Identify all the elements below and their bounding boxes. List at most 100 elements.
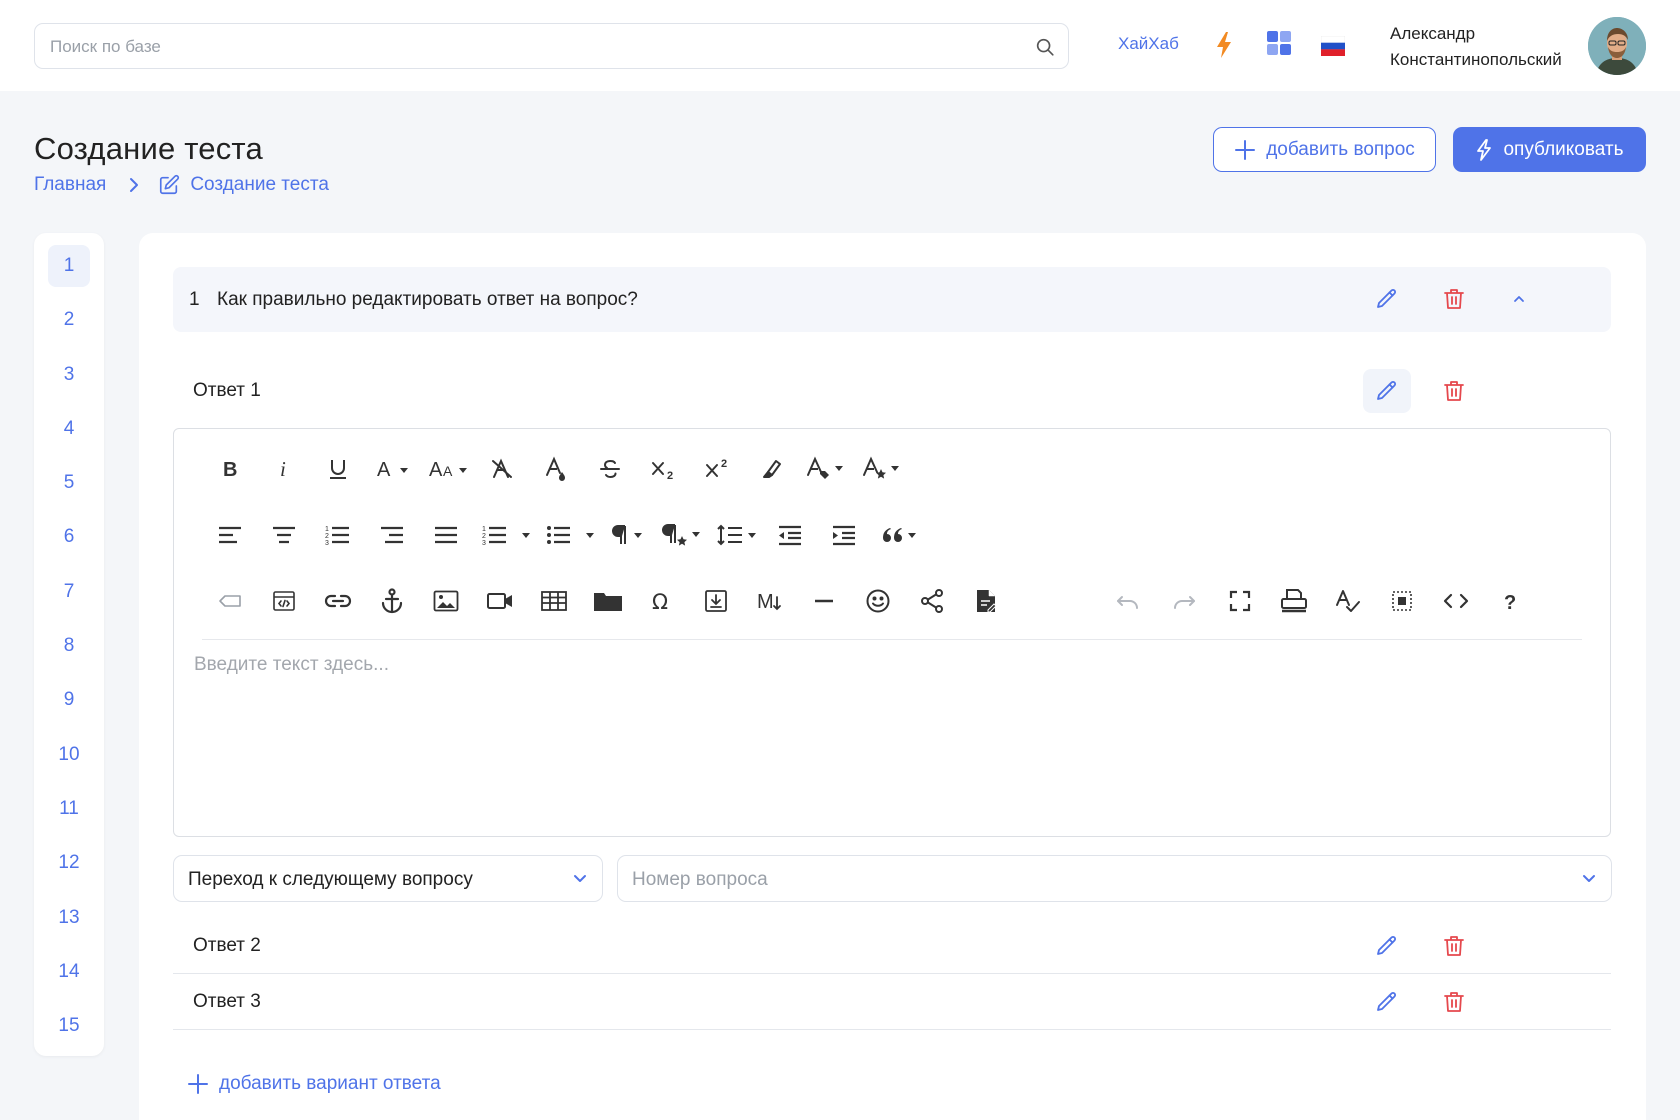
line-height-icon[interactable] [714,515,764,555]
question-nav-item[interactable]: 5 [48,462,90,504]
select-all-icon[interactable] [1384,581,1420,621]
special-char-icon[interactable]: Ω [644,581,680,621]
font-size-icon[interactable]: AA [426,449,474,489]
russian-flag-icon[interactable] [1321,36,1345,56]
text-color-icon[interactable] [538,449,574,489]
highlight-icon[interactable] [754,449,790,489]
delete-answer-button[interactable] [1430,980,1478,1024]
embed-icon[interactable] [266,581,302,621]
answer-row: Ответ 3 [173,977,1611,1027]
document-icon[interactable] [968,581,1004,621]
underline-icon[interactable] [320,449,356,489]
transition-select-value: Переход к следующему вопросу [188,869,473,890]
help-icon[interactable]: ? [1492,581,1528,621]
link-icon[interactable] [320,581,356,621]
undo-icon[interactable] [1110,581,1146,621]
superscript-icon[interactable]: 2 [700,449,736,489]
edit-question-button[interactable] [1363,277,1411,321]
search-icon[interactable] [1034,36,1056,58]
code-view-icon[interactable] [1438,581,1474,621]
transition-select[interactable]: Переход к следующему вопросу [173,855,603,902]
question-nav-item[interactable]: 11 [48,788,90,830]
add-answer-button[interactable]: добавить вариант ответа [187,1073,441,1095]
question-nav-item[interactable]: 12 [48,842,90,884]
search-input[interactable] [50,36,1010,58]
question-nav-item[interactable]: 3 [48,354,90,396]
question-nav-item[interactable]: 6 [48,516,90,558]
align-center-icon[interactable] [266,515,302,555]
indent-icon[interactable] [826,515,862,555]
delete-question-button[interactable] [1430,277,1478,321]
clear-formatting-icon[interactable] [484,449,520,489]
avatar[interactable] [1588,17,1646,75]
apps-grid-icon[interactable] [1266,30,1292,56]
ordered-list-dropdown-icon[interactable]: 123 [480,515,536,555]
question-nav-item[interactable]: 2 [48,299,90,341]
spellcheck-icon[interactable] [1330,581,1366,621]
brand-link[interactable]: ХайХаб [1118,34,1179,54]
align-right-icon[interactable] [374,515,410,555]
share-icon[interactable] [914,581,950,621]
answer-text-area[interactable] [194,654,1584,814]
publish-button[interactable]: опубликовать [1453,127,1646,172]
breadcrumb-home[interactable]: Главная [34,174,106,196]
question-nav-item[interactable]: 9 [48,679,90,721]
paragraph-style-icon[interactable] [658,515,708,555]
question-nav-item[interactable]: 15 [48,1005,90,1047]
justify-icon[interactable] [428,515,464,555]
question-number-select[interactable]: Номер вопроса [617,855,1612,902]
folder-icon[interactable] [590,581,626,621]
italic-icon[interactable]: i [266,449,302,489]
outdent-icon[interactable] [772,515,808,555]
align-left-icon[interactable] [212,515,248,555]
question-nav-item[interactable]: 4 [48,408,90,450]
ordered-list-icon[interactable]: 123 [320,515,356,555]
horizontal-line-icon[interactable] [806,581,842,621]
question-nav-item[interactable]: 14 [48,951,90,993]
question-text: Как правильно редактировать ответ на воп… [217,289,638,310]
edit-answer-button[interactable] [1363,924,1411,968]
emoticon-icon[interactable] [860,581,896,621]
question-nav-item[interactable]: 1 [48,245,90,287]
collapse-question-button[interactable] [1495,277,1543,321]
question-nav-item[interactable]: 10 [48,734,90,776]
bold-icon[interactable]: B [212,449,248,489]
delete-answer-button[interactable] [1430,369,1478,413]
question-header[interactable]: 1 Как правильно редактировать ответ на в… [173,267,1611,332]
add-question-button[interactable]: добавить вопрос [1213,127,1436,172]
import-icon[interactable] [698,581,734,621]
question-nav-item[interactable]: 8 [48,625,90,667]
edit-answer-button[interactable] [1363,980,1411,1024]
redo-icon[interactable] [1166,581,1202,621]
user-first-name: Александр [1390,24,1476,43]
tag-icon[interactable] [212,581,248,621]
quote-icon[interactable] [878,515,924,555]
answer-label: Ответ 1 [193,380,261,401]
svg-text:2: 2 [721,458,727,470]
font-family-icon[interactable]: A [372,449,416,489]
chevron-up-icon [1512,294,1526,304]
question-nav-item[interactable]: 7 [48,571,90,613]
page-title: Создание теста [34,131,263,166]
delete-answer-button[interactable] [1430,924,1478,968]
question-nav: 1 2 3 4 5 6 7 8 9 10 11 12 13 14 15 [34,233,104,1056]
fullscreen-icon[interactable] [1222,581,1258,621]
markdown-icon[interactable]: M [752,581,788,621]
anchor-icon[interactable] [374,581,410,621]
video-icon[interactable] [482,581,518,621]
user-name[interactable]: Александр Константинопольский [1390,21,1562,73]
image-icon[interactable] [428,581,464,621]
strikethrough-icon[interactable] [592,449,628,489]
subscript-icon[interactable]: 2 [646,449,682,489]
print-icon[interactable] [1276,581,1312,621]
lightning-icon[interactable] [1213,30,1235,60]
question-nav-item[interactable]: 13 [48,897,90,939]
table-icon[interactable] [536,581,572,621]
answer-label: Ответ 3 [193,991,261,1012]
inline-style-icon[interactable] [860,449,906,489]
edit-answer-button[interactable] [1363,369,1411,413]
inline-class-icon[interactable] [804,449,850,489]
unordered-list-icon[interactable] [544,515,600,555]
paragraph-format-icon[interactable] [606,515,650,555]
search-box[interactable] [34,23,1069,69]
